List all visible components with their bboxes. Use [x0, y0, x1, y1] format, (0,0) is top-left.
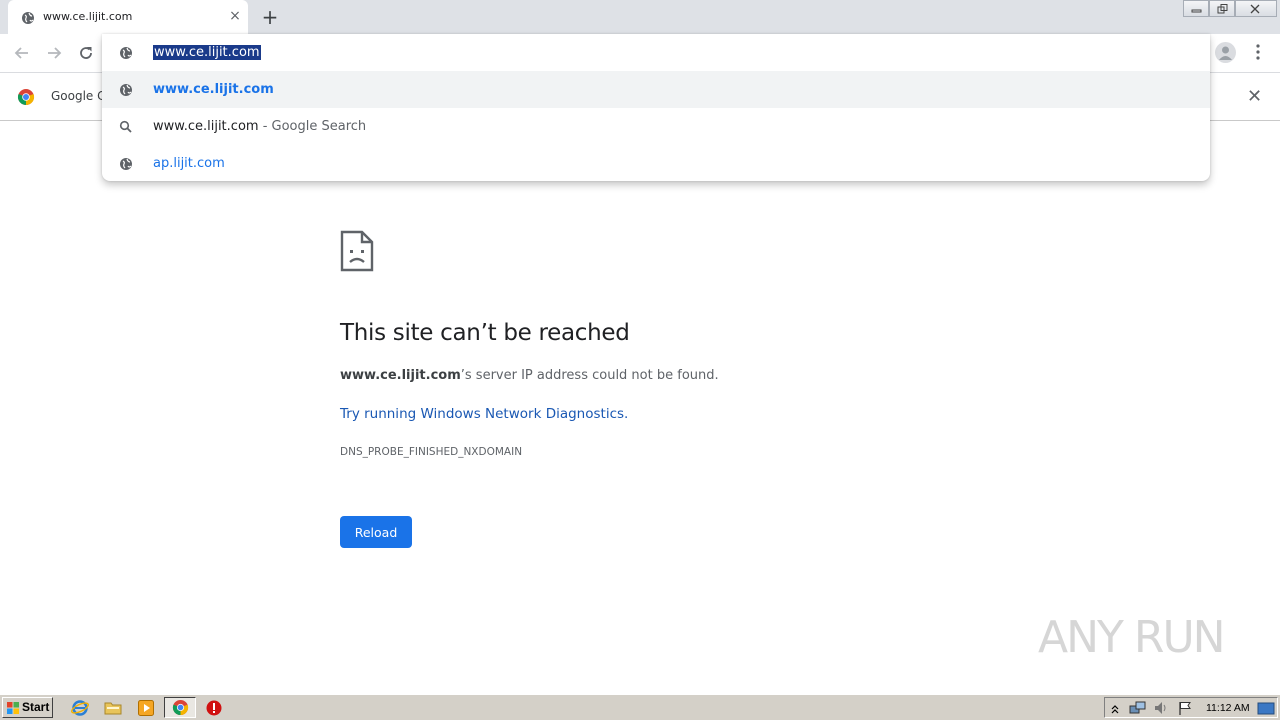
chrome-menu-button[interactable] — [1252, 42, 1264, 62]
kebab-menu-icon — [1256, 44, 1260, 60]
arrow-left-icon — [14, 47, 28, 59]
globe-icon — [21, 10, 35, 29]
error-code: DNS_PROBE_FINISHED_NXDOMAIN — [340, 446, 523, 458]
omnibox-input[interactable]: www.ce.lijit.com — [102, 34, 1210, 71]
globe-icon — [119, 156, 133, 170]
restore-button[interactable] — [1209, 0, 1235, 17]
error-domain: www.ce.lijit.com — [340, 368, 461, 383]
suggestion-suffix: - Google Search — [258, 119, 367, 134]
system-tray — [1104, 697, 1278, 718]
infobar-close-button[interactable]: ✕ — [1247, 86, 1262, 107]
internet-explorer-icon[interactable] — [71, 699, 89, 717]
minimize-button[interactable] — [1183, 0, 1209, 17]
tab-active[interactable]: www.ce.lijit.com × — [8, 0, 248, 34]
reload-toolbar-button[interactable] — [76, 43, 96, 63]
watermark: ANY RUN — [1038, 612, 1226, 663]
suggestion-text: www.ce.lijit.com — [153, 119, 259, 134]
close-window-button[interactable] — [1235, 0, 1277, 17]
arrow-right-icon — [48, 47, 62, 59]
tab-close-button[interactable]: × — [227, 8, 243, 24]
suggestion-item[interactable]: www.ce.lijit.com — [102, 71, 1210, 108]
infobar-text: Google Cl — [51, 89, 109, 103]
folder-icon[interactable] — [104, 699, 122, 717]
error-message: www.ce.lijit.com’s server IP address cou… — [340, 368, 719, 383]
globe-icon — [119, 82, 133, 96]
chevron-up-icon[interactable] — [1110, 701, 1120, 720]
network-diagnostics-link[interactable]: Try running Windows Network Diagnostics. — [340, 406, 628, 422]
omnibox-selected-text: www.ce.lijit.com — [153, 45, 261, 60]
globe-icon — [119, 45, 133, 59]
start-button[interactable]: Start — [2, 697, 53, 718]
tab-strip: www.ce.lijit.com × + — [0, 0, 1280, 34]
stop-sign-icon[interactable] — [205, 699, 223, 717]
sad-page-icon — [340, 230, 374, 276]
tab-title: www.ce.lijit.com — [43, 10, 133, 23]
refresh-icon — [80, 47, 92, 59]
media-player-icon[interactable] — [137, 699, 155, 717]
flag-icon[interactable] — [1177, 700, 1193, 720]
taskbar: Start 11:12 AM — [0, 694, 1280, 720]
back-button[interactable] — [12, 43, 32, 63]
clock: 11:12 AM — [1206, 702, 1250, 714]
search-icon — [119, 119, 133, 133]
suggestion-item[interactable]: www.ce.lijit.com - Google Search — [102, 108, 1210, 145]
profile-avatar[interactable] — [1215, 42, 1236, 63]
network-icon[interactable] — [1129, 700, 1147, 720]
omnibox-dropdown: www.ce.lijit.com www.ce.lijit.com www.ce… — [102, 34, 1210, 181]
reload-button[interactable]: Reload — [340, 516, 412, 548]
chrome-logo-icon — [172, 699, 189, 720]
error-title: This site can’t be reached — [340, 320, 630, 346]
error-message-text: ’s server IP address could not be found. — [460, 368, 719, 383]
new-tab-button[interactable]: + — [260, 7, 280, 27]
start-label: Start — [22, 700, 50, 714]
windows-flag-icon — [6, 701, 20, 721]
volume-icon[interactable] — [1153, 700, 1169, 720]
person-icon — [1219, 46, 1232, 60]
chrome-logo-icon — [17, 88, 35, 110]
suggestion-text: www.ce.lijit.com — [153, 82, 274, 97]
suggestion-item[interactable]: ap.lijit.com — [102, 145, 1210, 182]
forward-button[interactable] — [44, 43, 64, 63]
show-desktop-icon[interactable] — [1257, 701, 1275, 720]
taskbar-chrome-button[interactable] — [164, 697, 196, 718]
suggestion-text: ap.lijit.com — [153, 156, 225, 171]
